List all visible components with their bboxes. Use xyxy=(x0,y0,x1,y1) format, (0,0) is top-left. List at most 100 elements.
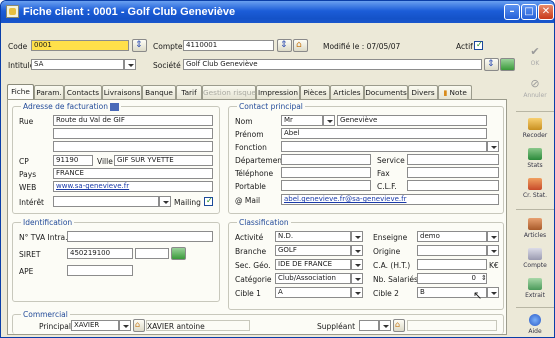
salaries-input[interactable]: 0 xyxy=(417,273,487,284)
main-contact-group: Contact principal Nom Mr Geneviève Préno… xyxy=(228,102,504,214)
cible1-select[interactable]: A xyxy=(275,287,351,298)
code-input[interactable]: 0001 xyxy=(31,40,129,51)
close-button[interactable]: ✕ xyxy=(538,4,554,20)
tab-gestion-risque[interactable]: Gestion risque xyxy=(202,85,256,99)
chevron-down-icon[interactable] xyxy=(379,320,391,331)
societe-input[interactable]: Golf Club Geneviève xyxy=(183,59,482,70)
chevron-down-icon[interactable] xyxy=(351,287,363,298)
sidebar-divider xyxy=(516,111,554,112)
ok-button[interactable]: ✔ OK xyxy=(516,43,554,73)
portable-input[interactable] xyxy=(281,180,371,191)
sidebar-divider xyxy=(516,307,554,308)
extrait-button[interactable]: Extrait xyxy=(516,275,554,305)
chevron-down-icon[interactable] xyxy=(159,196,171,207)
tab-impression[interactable]: Impression xyxy=(256,85,300,99)
actif-checkbox[interactable] xyxy=(474,40,483,50)
branche-select[interactable]: GOLF xyxy=(275,245,351,256)
siret-input[interactable]: 450219100 xyxy=(67,248,133,259)
articles-label: Articles xyxy=(523,232,547,239)
ca-input[interactable] xyxy=(417,259,487,270)
origine-select[interactable] xyxy=(417,245,487,256)
ape-label: APE xyxy=(19,267,34,276)
suppleant-select[interactable] xyxy=(359,320,379,331)
principal-home-button[interactable]: ⌂ xyxy=(133,319,145,332)
code-navigate-button[interactable]: ⇕ xyxy=(132,39,147,52)
suppleant-home-button[interactable]: ⌂ xyxy=(393,319,405,332)
fax-input[interactable] xyxy=(407,167,499,178)
maximize-button[interactable]: □ xyxy=(521,4,537,20)
chevron-down-icon[interactable] xyxy=(351,273,363,284)
service-input[interactable] xyxy=(407,154,499,165)
tab-contacts[interactable]: Contacts xyxy=(64,85,102,99)
nom-label: Nom xyxy=(235,117,253,126)
tab-articles[interactable]: Articles xyxy=(330,85,364,99)
categorie-select[interactable]: Club/Association xyxy=(275,273,351,284)
chevron-down-icon[interactable] xyxy=(351,259,363,270)
ville-input[interactable]: GIF SUR YVETTE xyxy=(114,155,213,166)
siret-suffix-input[interactable] xyxy=(135,248,169,259)
principal-select[interactable]: XAVIER xyxy=(71,320,119,331)
tab-livraisons[interactable]: Livraisons xyxy=(102,85,142,99)
chevron-down-icon[interactable] xyxy=(119,320,131,331)
cp-input[interactable]: 91190 xyxy=(53,155,93,166)
compte-input[interactable]: 4110001 xyxy=(183,40,274,51)
map-icon[interactable] xyxy=(110,103,120,111)
enseigne-select[interactable]: demo xyxy=(417,231,487,242)
societe-navigate-button[interactable]: ⇕ xyxy=(484,58,499,71)
spinner-icon[interactable]: ⇕ xyxy=(481,274,487,282)
chevron-down-icon[interactable] xyxy=(351,245,363,256)
stats-button[interactable]: Stats xyxy=(516,145,554,175)
compte-button[interactable]: Compte xyxy=(516,245,554,275)
secgeo-select[interactable]: IDE DE FRANCE xyxy=(275,259,351,270)
fonction-select[interactable] xyxy=(281,141,487,152)
intitule-select[interactable]: SA xyxy=(31,59,124,70)
tab-pieces[interactable]: Pièces xyxy=(300,85,330,99)
chevron-down-icon[interactable] xyxy=(351,231,363,242)
tab-banque[interactable]: Banque xyxy=(142,85,176,99)
clf-input[interactable] xyxy=(407,180,499,191)
ape-input[interactable] xyxy=(67,265,133,276)
interet-select[interactable] xyxy=(53,196,159,207)
aide-button[interactable]: Aide xyxy=(516,311,554,337)
chevron-down-icon[interactable] xyxy=(487,231,499,242)
articles-button[interactable]: Articles xyxy=(516,215,554,245)
tab-documents[interactable]: Documents xyxy=(364,85,408,99)
create-stat-button[interactable]: Cr. Stat. xyxy=(516,175,554,205)
compte-navigate-button[interactable]: ⇕ xyxy=(277,39,292,52)
chevron-down-icon[interactable] xyxy=(323,115,335,126)
tab-tarif[interactable]: Tarif xyxy=(176,85,202,99)
activite-select[interactable]: N.D. xyxy=(275,231,351,242)
chevron-down-icon[interactable] xyxy=(487,287,499,298)
recoder-button[interactable]: Recoder xyxy=(516,115,554,145)
departement-label: Département xyxy=(235,156,285,165)
tab-divers[interactable]: Divers xyxy=(408,85,438,99)
mail-link[interactable]: abel.genevieve.fr@sa-genevieve.fr xyxy=(281,194,499,205)
interet-label: Intérêt xyxy=(19,198,44,207)
annuler-label: Annuler xyxy=(523,92,547,99)
telephone-input[interactable] xyxy=(281,167,371,178)
departement-input[interactable] xyxy=(281,154,371,165)
nom-input[interactable]: Geneviève xyxy=(337,115,487,126)
civilite-select[interactable]: Mr xyxy=(281,115,323,126)
mailing-checkbox[interactable] xyxy=(204,196,213,206)
web-link[interactable]: www.sa-genevieve.fr xyxy=(53,181,213,192)
chevron-down-icon[interactable] xyxy=(124,59,136,70)
pays-input[interactable]: FRANCE xyxy=(53,168,213,179)
prenom-input[interactable]: Abel xyxy=(281,128,487,139)
refresh-button[interactable] xyxy=(500,58,515,71)
up-down-arrow-icon: ⇕ xyxy=(135,40,143,50)
tva-input[interactable] xyxy=(67,231,213,242)
chevron-down-icon[interactable] xyxy=(487,245,499,256)
annuler-button[interactable]: ⊘ Annuler xyxy=(516,75,554,105)
minimize-button[interactable]: – xyxy=(504,4,520,20)
tab-param[interactable]: Param. xyxy=(34,85,64,99)
cp-label: CP xyxy=(19,157,29,166)
siret-lookup-button[interactable] xyxy=(171,247,186,260)
tab-fiche[interactable]: Fiche xyxy=(7,84,34,99)
home-button[interactable]: ⌂ xyxy=(293,39,308,52)
tab-note[interactable]: ▮ Note xyxy=(438,85,472,99)
rue-input-1[interactable]: Route du Val de GIF xyxy=(53,115,213,126)
rue-input-2[interactable] xyxy=(53,128,213,139)
chevron-down-icon[interactable] xyxy=(487,141,499,152)
rue-input-3[interactable] xyxy=(53,141,213,152)
